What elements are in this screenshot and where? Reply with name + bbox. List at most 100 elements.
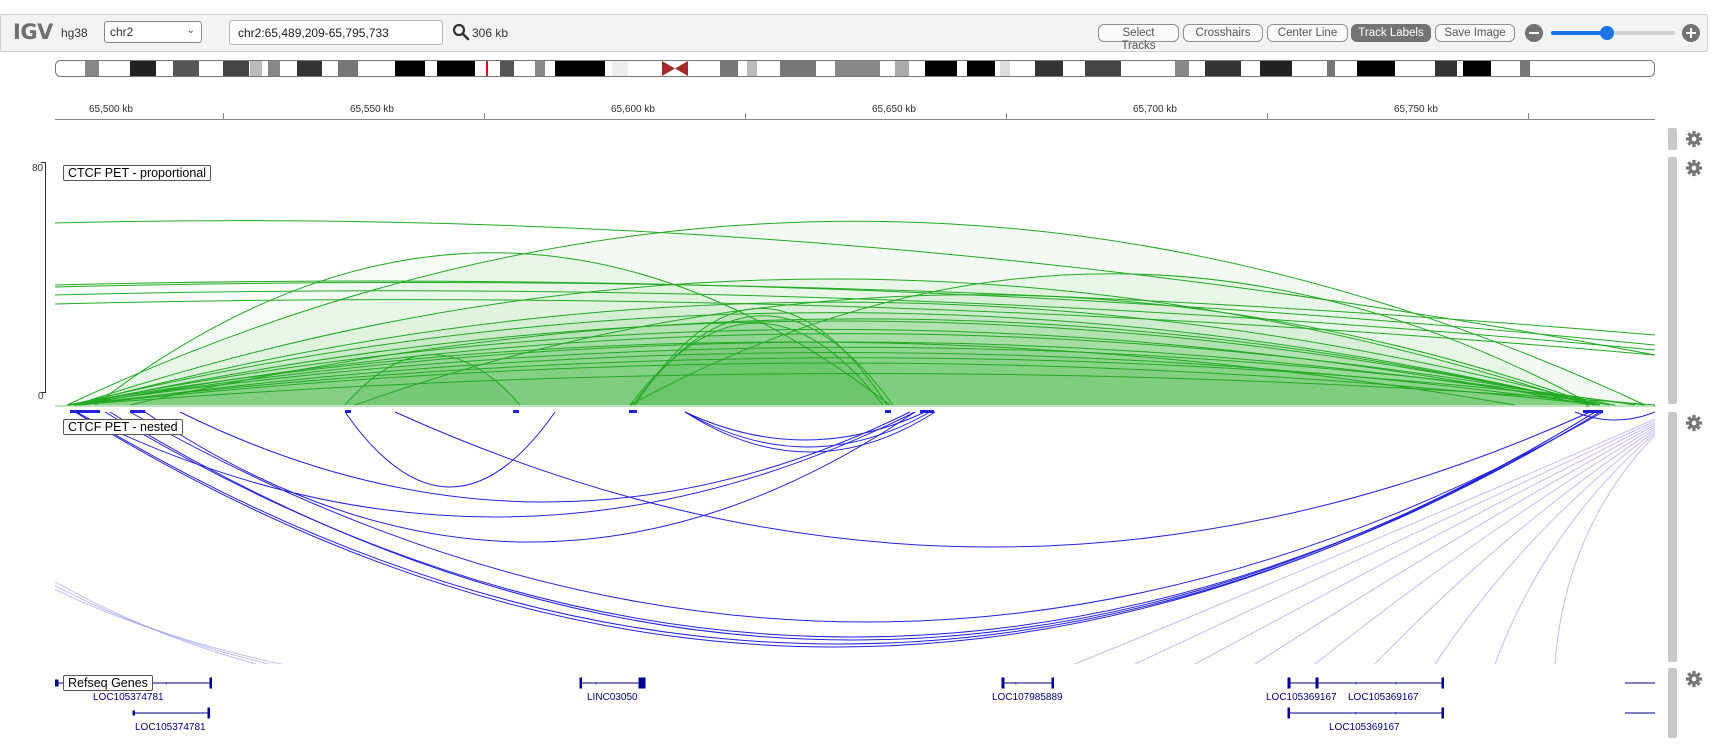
crosshairs-button[interactable]: Crosshairs	[1183, 24, 1263, 42]
ruler-tick	[1267, 113, 1268, 119]
ruler-tick-label: 65,500 kb	[89, 104, 133, 115]
interaction-arc	[109, 411, 1596, 641]
cytoband	[835, 61, 880, 76]
gene-features: ‹‹ ‹› ›› ››	[55, 677, 1655, 719]
nested-arcs	[55, 410, 1655, 664]
interaction-arc	[55, 588, 284, 664]
cytoband	[500, 61, 514, 76]
cytoband	[1520, 61, 1530, 76]
interaction-arc	[1554, 434, 1655, 664]
gene-label[interactable]: LOC105369167	[1329, 722, 1400, 733]
interaction-arc	[684, 411, 931, 448]
gene-label[interactable]: LOC105369167	[1348, 692, 1419, 703]
svg-text:›: ›	[1355, 681, 1357, 687]
zoom-slider-thumb[interactable]	[1599, 26, 1614, 40]
proportional-track[interactable]: 80 0 CTCF PET - proportional	[0, 155, 1660, 407]
igv-logo[interactable]: IGV	[13, 20, 53, 44]
cytoband	[720, 61, 738, 76]
anchor-segment	[345, 410, 351, 413]
ruler-track: 65,500 kb 65,550 kb 65,600 kb 65,650 kb …	[55, 100, 1655, 122]
window-size-label: 306 kb	[472, 26, 509, 40]
track-name-label[interactable]: CTCF PET - nested	[63, 419, 183, 435]
chromosome-select[interactable]: chr2 ⌄	[104, 21, 202, 43]
chevron-down-icon: ⌄	[186, 25, 195, 36]
nested-track[interactable]: CTCF PET - nested	[0, 409, 1660, 664]
cytoband	[395, 61, 425, 76]
cytoband	[1205, 61, 1241, 76]
interaction-arc	[1194, 422, 1655, 664]
search-icon[interactable]	[452, 23, 470, 41]
track-labels-button[interactable]: Track Labels	[1351, 24, 1431, 42]
interaction-arc	[1134, 420, 1655, 664]
proportional-scrollbar[interactable]	[1668, 157, 1677, 404]
cytoband	[747, 61, 757, 76]
svg-text:›: ›	[1355, 711, 1357, 717]
anchor-segment	[513, 410, 519, 413]
svg-text:›: ›	[1395, 681, 1397, 687]
interaction-arc	[1314, 426, 1655, 664]
center-line-button[interactable]: Center Line	[1267, 24, 1348, 42]
anchor-segment	[70, 410, 100, 413]
gear-icon[interactable]	[1685, 130, 1703, 148]
nested-scrollbar[interactable]	[1668, 412, 1677, 662]
cytoband	[173, 61, 199, 76]
interaction-arc	[55, 585, 271, 664]
gene-label[interactable]: LOC105374781	[135, 722, 206, 733]
save-image-button[interactable]: Save Image	[1435, 24, 1515, 42]
gear-icon[interactable]	[1685, 159, 1703, 177]
cytoband	[338, 61, 358, 76]
cytoband	[223, 61, 249, 76]
cytoband	[1000, 61, 1010, 76]
genes-track[interactable]: ‹‹ ‹› ›› ›› Refseq Genes LOC105374781 LO…	[0, 668, 1660, 747]
ruler-scrollbar[interactable]	[1668, 128, 1677, 150]
chromosome-ideogram[interactable]	[55, 60, 1655, 77]
cytoband	[1463, 61, 1491, 76]
cytoband	[250, 61, 262, 76]
interaction-arc	[55, 581, 258, 664]
cytoband	[1035, 61, 1063, 76]
ruler-tick	[1006, 113, 1007, 119]
zoom-out-icon[interactable]	[1525, 24, 1543, 42]
cytoband	[85, 61, 99, 76]
gear-icon[interactable]	[1685, 414, 1703, 432]
svg-text:›: ›	[1015, 681, 1017, 687]
ruler-tick-label: 65,600 kb	[611, 104, 655, 115]
interaction-arc	[344, 411, 556, 488]
track-name-label[interactable]: Refseq Genes	[63, 675, 153, 691]
cytoband	[268, 61, 280, 76]
genes-scrollbar[interactable]	[1668, 668, 1677, 738]
gear-icon[interactable]	[1685, 670, 1703, 688]
gene-label[interactable]: LOC105374781	[93, 692, 164, 703]
ruler-tick	[1528, 113, 1529, 119]
svg-text:‹: ‹	[165, 681, 167, 687]
cytoband	[437, 61, 475, 76]
cytoband	[1357, 61, 1395, 76]
zoom-in-icon[interactable]	[1682, 24, 1700, 42]
interaction-arc	[144, 411, 916, 543]
cytoband	[780, 61, 816, 76]
navbar: IGV hg38 chr2 ⌄ chr2:65,489,209-65,795,7…	[0, 14, 1708, 52]
cytoband	[895, 61, 909, 76]
genome-label[interactable]: hg38	[61, 26, 88, 40]
zoom-slider[interactable]	[1551, 26, 1675, 40]
select-tracks-button[interactable]: Select Tracks	[1098, 24, 1179, 52]
gene-label[interactable]: LOC107985889	[992, 692, 1063, 703]
interaction-arc	[394, 411, 1591, 548]
gene-label[interactable]: LOC105369167	[1266, 692, 1337, 703]
ruler-tick-label: 65,650 kb	[872, 104, 916, 115]
proportional-arcs	[55, 220, 1655, 407]
svg-text:›: ›	[1395, 711, 1397, 717]
cytoband	[535, 61, 545, 76]
track-baseline	[55, 405, 1655, 407]
anchor-segment	[920, 410, 934, 413]
current-region-marker	[486, 61, 488, 76]
track-name-label[interactable]: CTCF PET - proportional	[63, 165, 212, 181]
locus-search-input[interactable]: chr2:65,489,209-65,795,733	[229, 20, 443, 45]
cytoband	[1175, 61, 1189, 76]
chromosome-value: chr2	[110, 25, 134, 39]
cytoband	[297, 61, 322, 76]
cytoband	[130, 61, 156, 76]
ruler-tick	[223, 113, 224, 119]
cytoband	[1327, 61, 1335, 76]
gene-label[interactable]: LINC03050	[587, 692, 638, 703]
